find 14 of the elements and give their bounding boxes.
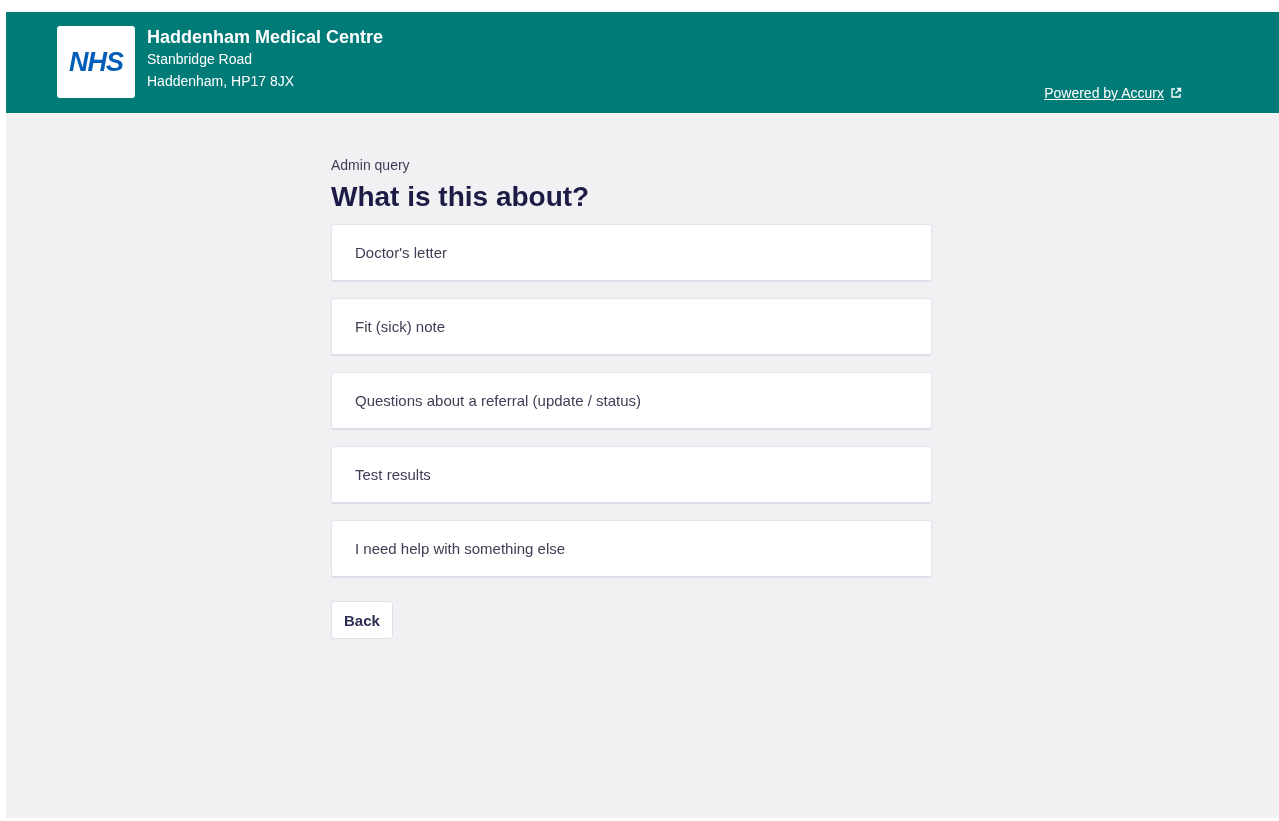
option-card[interactable]: Test results: [331, 446, 932, 504]
external-link-icon: [1170, 87, 1182, 99]
nhs-logo: NHS: [57, 26, 135, 98]
back-button[interactable]: Back: [331, 601, 393, 639]
option-card[interactable]: Doctor's letter: [331, 224, 932, 282]
option-card[interactable]: I need help with something else: [331, 520, 932, 578]
address-line: Stanbridge Road: [147, 50, 254, 69]
option-card[interactable]: Questions about a referral (update / status): [331, 372, 932, 430]
page-heading: What is this about?: [331, 180, 591, 214]
address-line: Haddenham, HP17 8JX: [147, 72, 296, 91]
practice-name: Haddenham Medical Centre: [147, 26, 384, 48]
eyebrow-label: Admin query: [331, 156, 411, 174]
option-card[interactable]: Fit (sick) note: [331, 298, 932, 356]
powered-by-link[interactable]: Powered by Accurx: [1044, 85, 1182, 101]
